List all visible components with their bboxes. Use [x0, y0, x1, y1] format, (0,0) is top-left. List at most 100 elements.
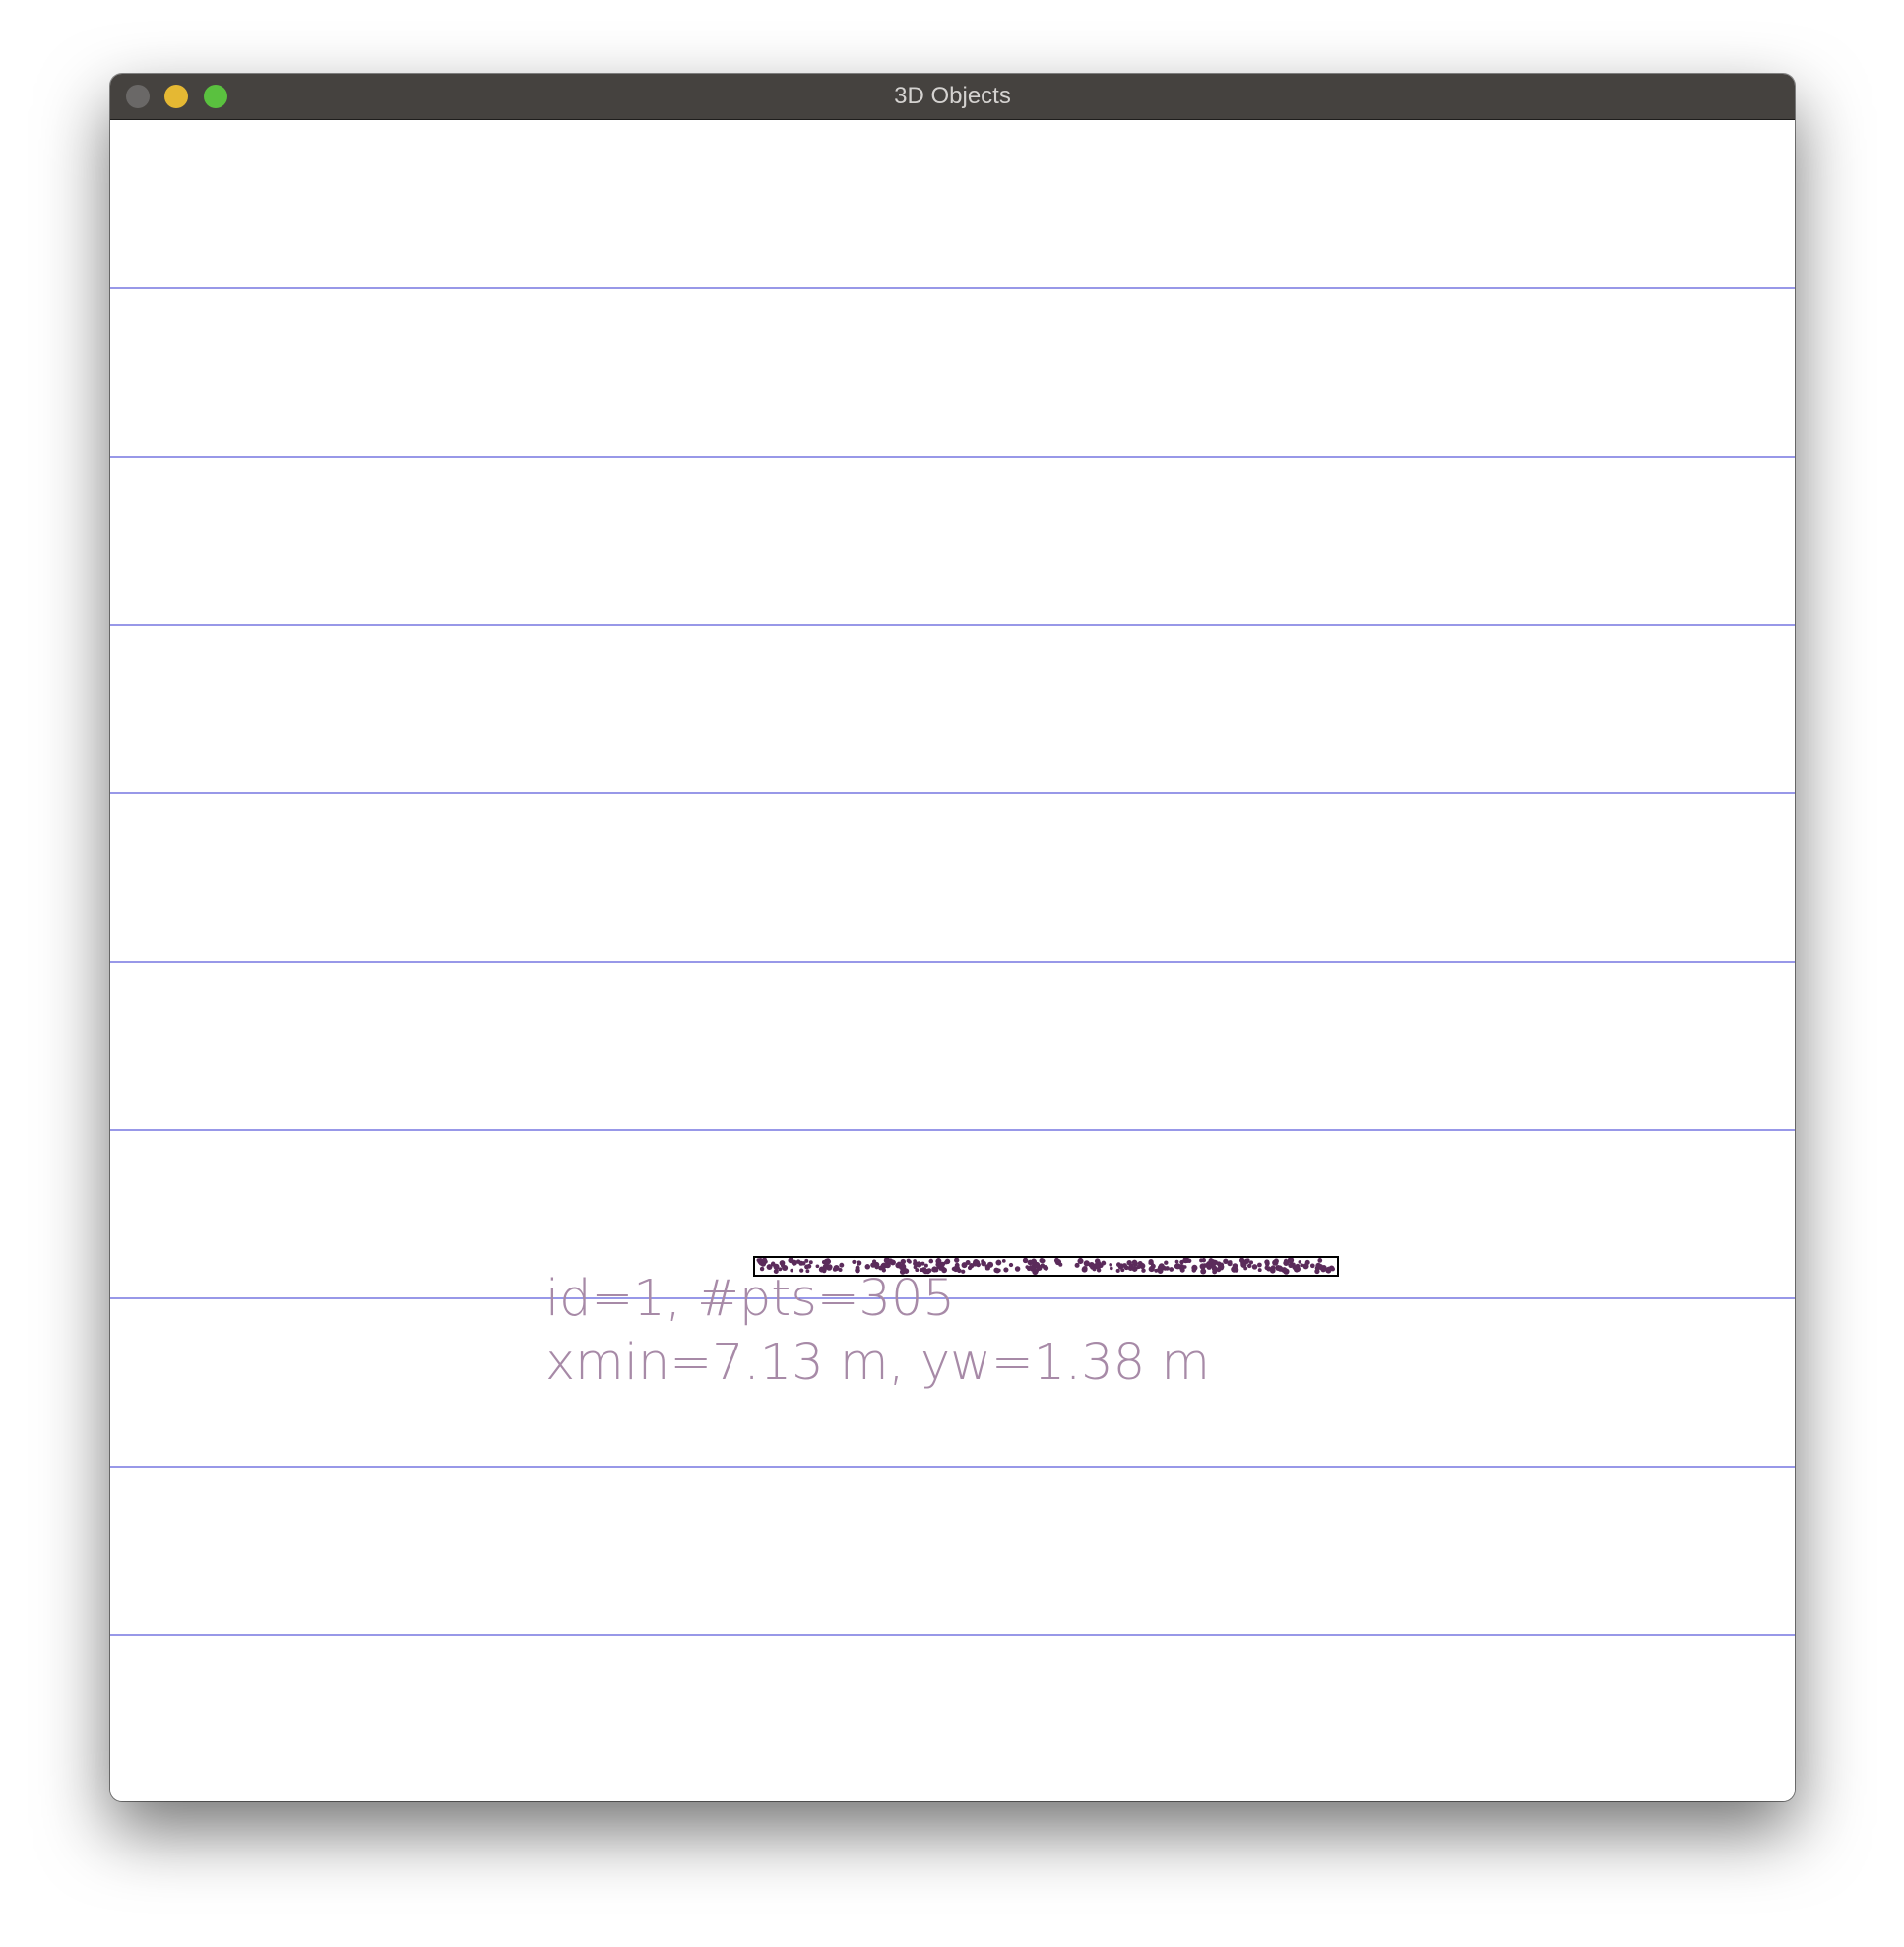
- cloud-point: [1099, 1263, 1104, 1269]
- cloud-point: [981, 1260, 986, 1267]
- cloud-point: [1082, 1265, 1088, 1272]
- cloud-point: [994, 1268, 1000, 1274]
- cloud-point: [1022, 1257, 1029, 1264]
- cloud-point: [1115, 1268, 1120, 1273]
- cloud-point: [961, 1269, 966, 1274]
- cloud-point: [913, 1259, 917, 1263]
- cloud-point: [899, 1263, 907, 1270]
- cloud-point: [804, 1258, 809, 1263]
- cloud-point: [756, 1258, 761, 1262]
- cloud-point: [1179, 1267, 1185, 1273]
- cloud-point: [1201, 1258, 1206, 1263]
- cloud-point: [798, 1260, 804, 1266]
- object-label-line-2: xmin=7.13 m, yw=1.38 m: [545, 1334, 1210, 1392]
- cloud-point: [1169, 1267, 1174, 1272]
- cloud-point: [815, 1264, 820, 1269]
- cloud-point: [1109, 1262, 1113, 1267]
- cloud-point: [1317, 1263, 1324, 1271]
- cloud-point: [1077, 1257, 1084, 1265]
- cloud-point: [1232, 1263, 1238, 1269]
- cloud-point: [1032, 1268, 1039, 1276]
- cloud-point: [821, 1260, 827, 1265]
- cloud-point: [864, 1264, 871, 1270]
- cloud-point: [1174, 1259, 1179, 1264]
- cloud-point: [804, 1264, 809, 1270]
- cloud-point: [1179, 1259, 1184, 1265]
- cloud-point: [907, 1259, 912, 1264]
- cloud-point: [1317, 1258, 1323, 1263]
- cloud-point: [1264, 1259, 1270, 1265]
- cloud-point: [1298, 1260, 1302, 1264]
- cloud-point: [1270, 1265, 1276, 1271]
- cloud-point: [967, 1265, 973, 1271]
- cloud-point: [1272, 1259, 1279, 1266]
- cloud-point: [923, 1263, 928, 1268]
- cloud-point: [1314, 1268, 1320, 1275]
- cloud-point: [1154, 1268, 1159, 1273]
- cloud-point: [1014, 1266, 1021, 1272]
- app-window: 3D Objects id=1, #pts=305 xmin=7.13 m, y…: [110, 74, 1795, 1801]
- title-bar[interactable]: 3D Objects: [110, 74, 1795, 120]
- cloud-point: [1208, 1258, 1214, 1264]
- cloud-point: [762, 1257, 768, 1263]
- cloud-point: [1288, 1257, 1294, 1264]
- cloud-point: [1187, 1258, 1192, 1263]
- cloud-point: [1001, 1259, 1006, 1263]
- object-label-line-1: id=1, #pts=305: [545, 1270, 955, 1328]
- cloud-point: [1283, 1258, 1289, 1264]
- cloud-point: [1044, 1265, 1049, 1271]
- cloud-point: [791, 1259, 797, 1266]
- cloud-point: [1293, 1266, 1301, 1273]
- cloud-point: [1266, 1266, 1272, 1272]
- distance-grid: [110, 287, 1795, 1636]
- cloud-point: [1251, 1264, 1258, 1270]
- window-title: 3D Objects: [894, 83, 1011, 109]
- cloud-point: [1257, 1268, 1262, 1273]
- cloud-point: [1164, 1260, 1169, 1265]
- cloud-point: [995, 1259, 1002, 1266]
- cloud-point: [780, 1263, 786, 1268]
- cloud-point: [826, 1258, 831, 1263]
- cloud-point: [1126, 1259, 1132, 1266]
- cloud-point: [1027, 1259, 1034, 1266]
- cloud-point: [961, 1262, 968, 1269]
- viewer-canvas[interactable]: id=1, #pts=305 xmin=7.13 m, yw=1.38 m: [110, 120, 1795, 1801]
- cloud-point: [936, 1265, 941, 1270]
- cloud-point: [920, 1261, 925, 1266]
- cloud-point: [1025, 1265, 1030, 1269]
- cloud-point: [1223, 1258, 1229, 1265]
- cloud-point: [1174, 1263, 1181, 1270]
- cloud-point: [1325, 1267, 1332, 1274]
- cloud-point: [884, 1263, 889, 1268]
- viewer-svg: id=1, #pts=305 xmin=7.13 m, yw=1.38 m: [110, 287, 1795, 1636]
- cloud-point: [874, 1264, 880, 1270]
- cloud-point: [839, 1262, 845, 1268]
- cloud-point: [1191, 1264, 1198, 1271]
- cloud-point: [1053, 1257, 1060, 1263]
- cloud-point: [943, 1260, 949, 1265]
- cloud-point: [1109, 1266, 1113, 1271]
- cloud-point: [852, 1259, 857, 1264]
- cloud-point: [1083, 1260, 1090, 1267]
- cloud-point: [808, 1260, 813, 1265]
- cloud-point: [1216, 1267, 1222, 1273]
- cloud-point: [1116, 1262, 1121, 1268]
- cloud-point: [1141, 1268, 1146, 1273]
- cloud-point: [1136, 1265, 1141, 1270]
- cloud-point: [1122, 1263, 1127, 1269]
- cloud-point: [887, 1258, 894, 1265]
- cloud-point: [1157, 1268, 1164, 1274]
- cloud-point: [1008, 1262, 1014, 1268]
- cloud-point: [1277, 1266, 1284, 1272]
- cloud-point: [1074, 1262, 1080, 1268]
- cloud-point: [928, 1258, 934, 1264]
- cloud-point: [1200, 1268, 1207, 1275]
- cloud-point: [1240, 1261, 1247, 1268]
- cloud-point: [1039, 1257, 1045, 1264]
- cloud-point: [913, 1265, 918, 1270]
- cloud-point: [1163, 1266, 1168, 1271]
- cloud-point: [1058, 1262, 1063, 1267]
- cloud-point: [1248, 1260, 1254, 1265]
- cloud-point: [954, 1257, 960, 1263]
- cloud-point: [1034, 1261, 1041, 1268]
